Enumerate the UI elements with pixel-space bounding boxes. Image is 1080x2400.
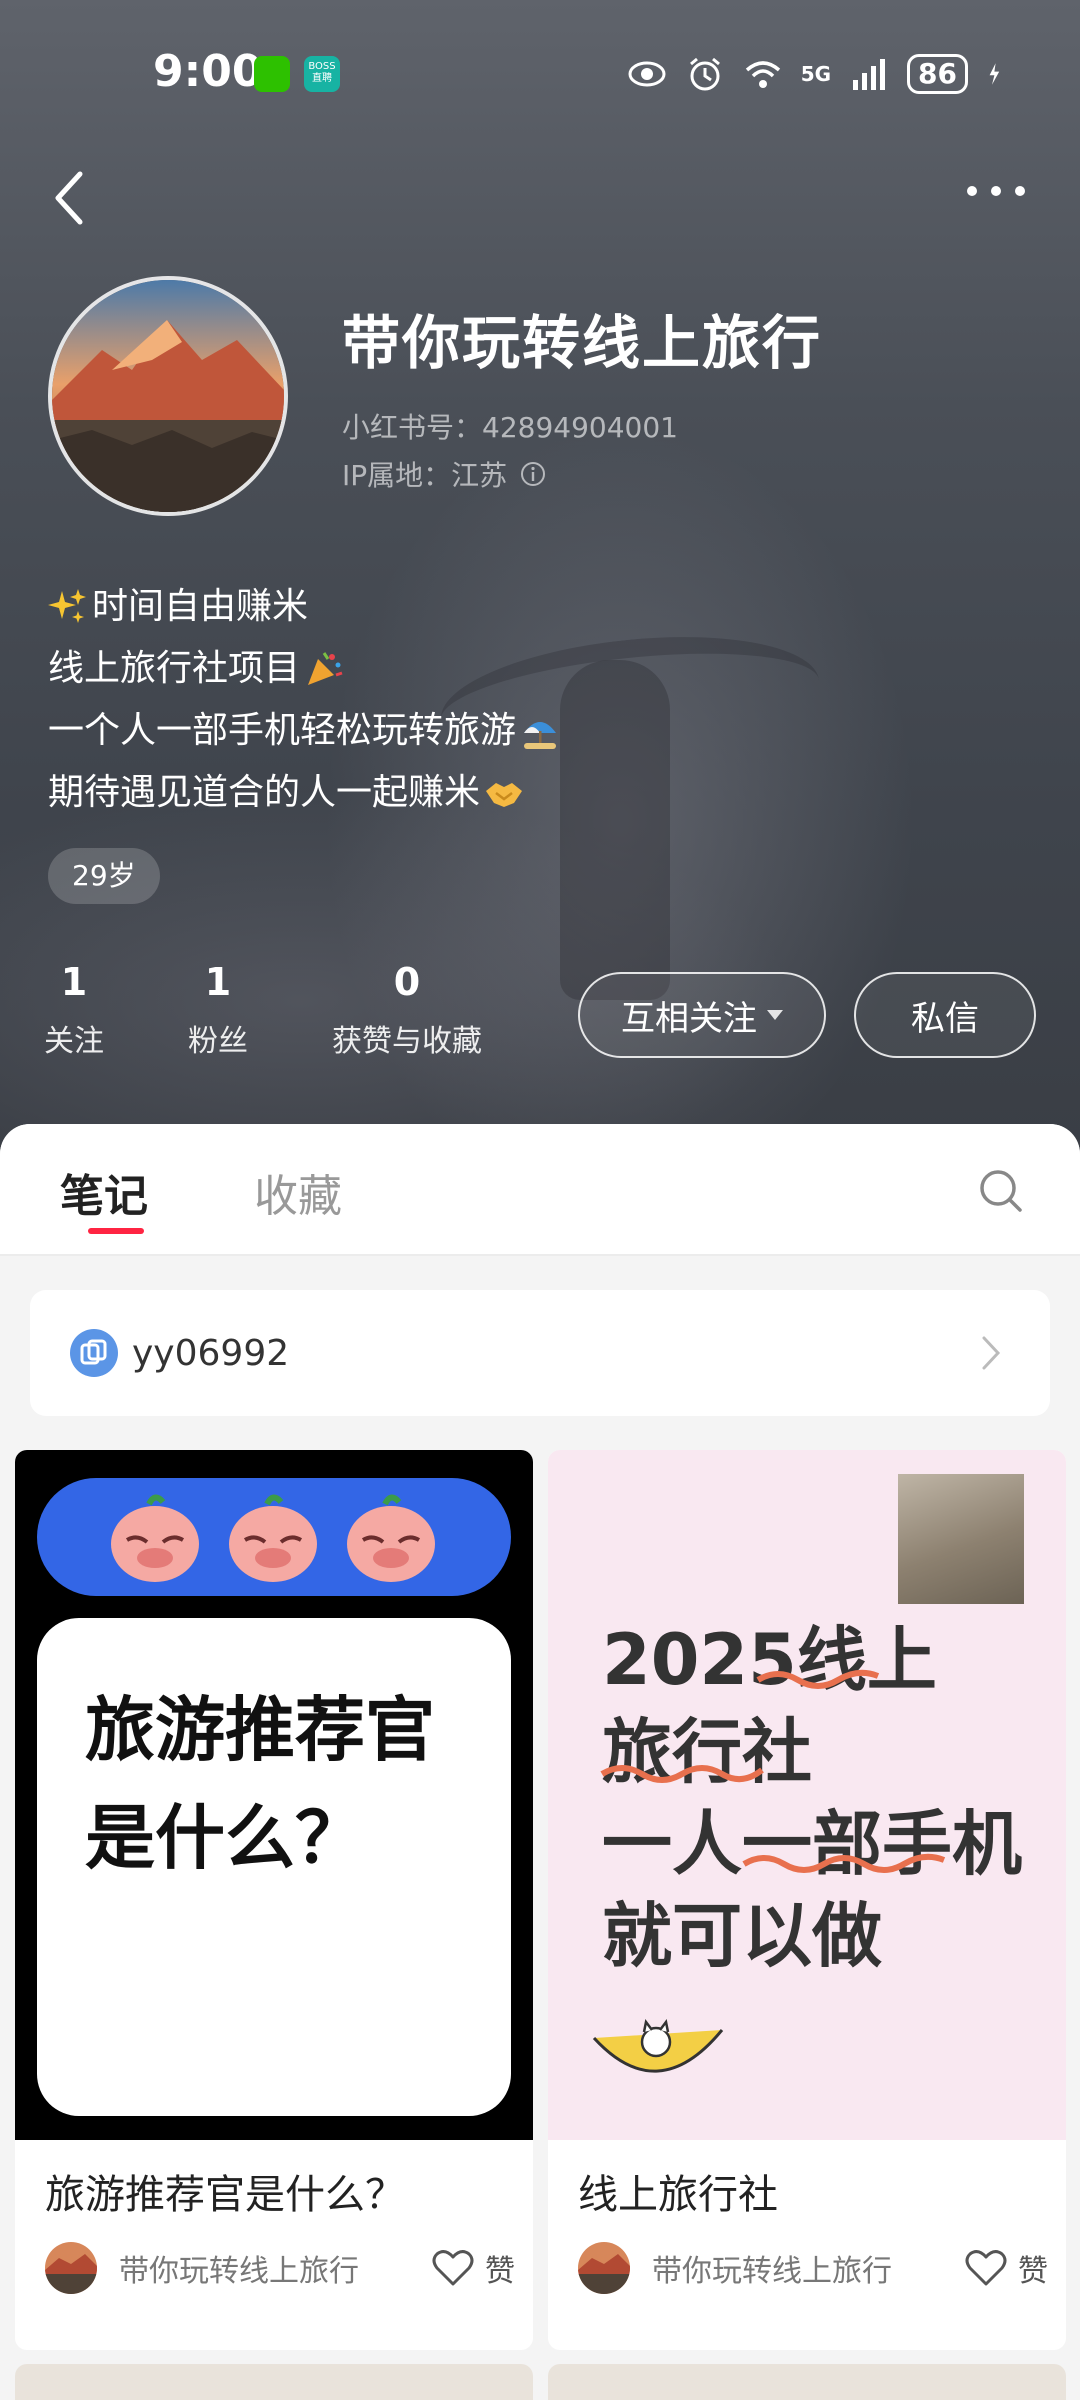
network-type-label: 5G — [800, 62, 832, 86]
avatar-image — [52, 280, 284, 512]
party-popper-icon — [308, 652, 343, 685]
collection-icon — [70, 1329, 118, 1377]
note-card[interactable]: 旅游推荐官 是什么？ 旅游推荐官是什么？ 带你玩转线上旅行 赞 — [15, 1450, 533, 2350]
profile-ip-location: IP属地：江苏 — [342, 454, 547, 494]
mutual-follow-button[interactable]: 互相关注 — [578, 972, 826, 1058]
note-author[interactable]: 带你玩转线上旅行 — [652, 2246, 964, 2290]
tab-bar: 笔记 收藏 — [0, 1124, 1080, 1256]
status-time: 9:00 — [153, 46, 263, 97]
pig-face-icon — [347, 1494, 435, 1582]
heart-icon — [965, 2250, 1007, 2286]
charging-icon — [989, 63, 1000, 85]
cover-text-box: 旅游推荐官 是什么？ — [37, 1618, 511, 2116]
note-meta: 带你玩转线上旅行 赞 — [45, 2240, 515, 2296]
stat-followers-label: 粉丝 — [188, 1024, 248, 1059]
wifi-icon — [745, 61, 780, 88]
info-icon[interactable] — [519, 460, 547, 488]
like-label: 赞 — [1018, 2254, 1048, 2289]
profile-id[interactable]: 小红书号：42894904001 — [342, 406, 678, 446]
wechat-notification-icon — [254, 56, 290, 92]
tab-collections[interactable]: 收藏 — [254, 1160, 342, 1224]
bio-line: 线上旅行社项目 — [48, 638, 560, 700]
back-icon[interactable] — [50, 168, 90, 228]
content-panel: 笔记 收藏 yy06992 旅游推荐官 是什么？ 旅游推荐官是什么？ 带你玩转线… — [0, 1124, 1080, 2400]
profile-avatar[interactable] — [48, 276, 288, 516]
cat-hammock-icon — [592, 2019, 724, 2073]
note-author[interactable]: 带你玩转线上旅行 — [119, 2246, 431, 2290]
bio-line: 时间自由赚米 — [48, 576, 560, 638]
age-tag: 29岁 — [48, 848, 160, 904]
note-title: 旅游推荐官是什么？ — [45, 2172, 405, 2218]
cover-text-line: 是什么？ — [85, 1797, 365, 1879]
heart-icon — [432, 2250, 474, 2286]
alarm-icon — [689, 57, 720, 91]
bio-text: 时间自由赚米 — [92, 586, 309, 627]
note-card-partial[interactable] — [15, 2364, 533, 2400]
tab-notes[interactable]: 笔记 — [60, 1160, 148, 1224]
like-label: 赞 — [485, 2254, 515, 2289]
status-bar: 9:00 BOSS 直聘 5G 86 — [0, 40, 1080, 104]
bio-text: 线上旅行社项目 — [48, 648, 301, 689]
stat-following-count: 1 — [60, 960, 88, 1004]
note-cover: 2025线上 旅行社 一人一部手机 就可以做 — [548, 1450, 1066, 2140]
chevron-right-icon — [982, 1336, 1001, 1370]
message-label: 私信 — [911, 998, 979, 1039]
author-avatar[interactable] — [45, 2242, 97, 2294]
stat-followers-count: 1 — [204, 960, 232, 1004]
stat-following-label: 关注 — [44, 1024, 104, 1059]
message-button[interactable]: 私信 — [854, 972, 1036, 1058]
mutual-follow-label: 互相关注 — [621, 998, 757, 1039]
battery-indicator: 86 — [907, 54, 968, 94]
eye-icon — [628, 61, 666, 87]
bio-line: 一个人一部手机轻松玩转旅游 — [48, 700, 560, 762]
bio-text: 期待遇见道合的人一起赚米 — [48, 772, 481, 813]
note-meta: 带你玩转线上旅行 赞 — [578, 2240, 1048, 2296]
stat-likes-count: 0 — [393, 960, 421, 1004]
background-figure — [560, 660, 670, 1000]
bio-line: 期待遇见道合的人一起赚米 — [48, 762, 560, 824]
profile-bio: 时间自由赚米 线上旅行社项目 一个人一部手机轻松玩转旅游 期待遇见道合的人一起赚… — [48, 576, 560, 824]
sparkles-icon — [48, 589, 86, 623]
profile-name: 带你玩转线上旅行 — [342, 309, 823, 377]
cover-text: 旅游推荐官 是什么？ — [85, 1676, 435, 1892]
note-title: 线上旅行社 — [578, 2172, 778, 2218]
stat-likes-label: 获赞与收藏 — [332, 1024, 482, 1059]
like-button[interactable]: 赞 — [964, 2246, 1048, 2290]
status-icons: 5G 86 — [627, 50, 1010, 98]
pig-face-icon — [229, 1494, 317, 1582]
search-icon[interactable] — [976, 1166, 1026, 1216]
signal-icon — [853, 59, 886, 90]
like-button[interactable]: 赞 — [431, 2246, 515, 2290]
note-card-partial[interactable] — [548, 2364, 1066, 2400]
more-options-icon[interactable] — [964, 176, 1028, 206]
stat-followers[interactable]: 1 粉丝 — [188, 960, 248, 1060]
chevron-down-icon — [767, 1010, 783, 1020]
beach-umbrella-icon — [524, 722, 557, 749]
active-tab-indicator — [88, 1228, 144, 1234]
note-cover: 旅游推荐官 是什么？ — [15, 1450, 533, 2140]
note-card[interactable]: 2025线上 旅行社 一人一部手机 就可以做 线上旅行社 带你玩转线上旅行 赞 — [548, 1450, 1066, 2350]
ip-location-label: IP属地：江苏 — [342, 459, 508, 492]
boss-notification-icon: BOSS 直聘 — [304, 56, 340, 92]
collection-entry[interactable]: yy06992 — [30, 1290, 1050, 1416]
pig-face-icon — [111, 1494, 199, 1582]
stat-following[interactable]: 1 关注 — [44, 960, 104, 1060]
bio-text: 一个人一部手机轻松玩转旅游 — [48, 710, 517, 751]
author-avatar[interactable] — [578, 2242, 630, 2294]
handshake-icon — [486, 783, 523, 807]
collection-label: yy06992 — [132, 1332, 290, 1374]
stat-likes-collects[interactable]: 0 获赞与收藏 — [332, 960, 482, 1060]
cover-text-line: 旅游推荐官 — [85, 1689, 435, 1771]
